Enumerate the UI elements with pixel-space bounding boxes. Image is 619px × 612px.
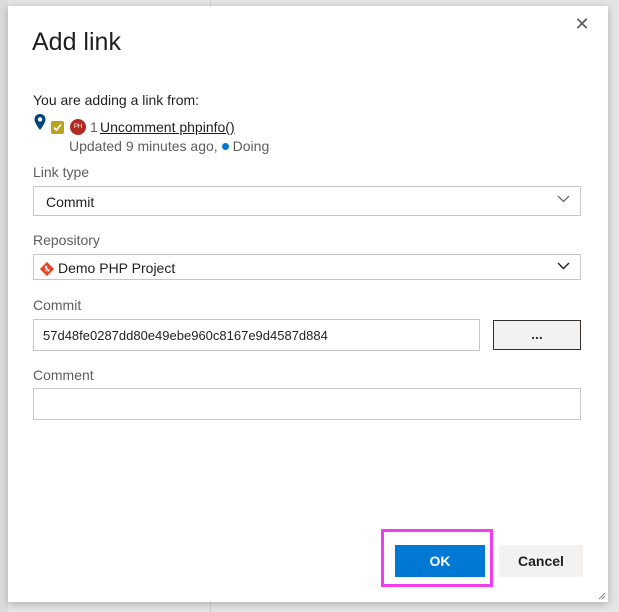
chevron-down-icon [557, 262, 570, 270]
add-link-dialog: ✕ Add link You are adding a link from: P… [8, 6, 608, 602]
link-type-label: Link type [33, 164, 90, 180]
work-item-id: 1 [90, 119, 98, 135]
source-label: You are adding a link from: [33, 92, 200, 108]
commit-hash-value: 57d48fe0287dd80e49ebe960c8167e9d4587d884 [43, 328, 328, 343]
cancel-button[interactable]: Cancel [499, 545, 583, 577]
state-dot-icon [221, 143, 229, 150]
dialog-title: Add link [32, 28, 121, 56]
comment-input[interactable] [33, 388, 581, 420]
git-repo-icon [40, 262, 54, 276]
location-pin-icon [34, 114, 46, 130]
repository-dropdown[interactable]: Demo PHP Project [33, 254, 581, 280]
commit-label: Commit [33, 297, 82, 313]
source-work-item: PH 1 Uncomment phpinfo() [33, 114, 433, 136]
repository-value: Demo PHP Project [58, 260, 176, 276]
close-button[interactable]: ✕ [572, 14, 592, 34]
background-left [0, 0, 8, 612]
ok-button[interactable]: OK [395, 545, 485, 577]
work-item-meta: Updated 9 minutes ago, Doing [69, 138, 269, 154]
repository-label: Repository [33, 232, 100, 248]
commit-input[interactable]: 57d48fe0287dd80e49ebe960c8167e9d4587d884 [33, 319, 480, 351]
comment-label: Comment [33, 367, 94, 383]
link-type-value: Commit [46, 194, 95, 210]
task-checkbox-icon [51, 121, 64, 134]
link-type-dropdown[interactable]: Commit [33, 186, 581, 216]
resize-grip-icon[interactable] [596, 590, 606, 600]
close-icon: ✕ [574, 14, 590, 34]
browse-commits-button[interactable]: ... [493, 320, 581, 350]
avatar: PH [70, 119, 86, 135]
work-item-state: Doing [232, 138, 270, 154]
work-item-title-link[interactable]: Uncomment phpinfo() [100, 119, 235, 135]
work-item-updated: Updated 9 minutes ago, [69, 138, 218, 154]
chevron-down-icon [557, 195, 570, 203]
